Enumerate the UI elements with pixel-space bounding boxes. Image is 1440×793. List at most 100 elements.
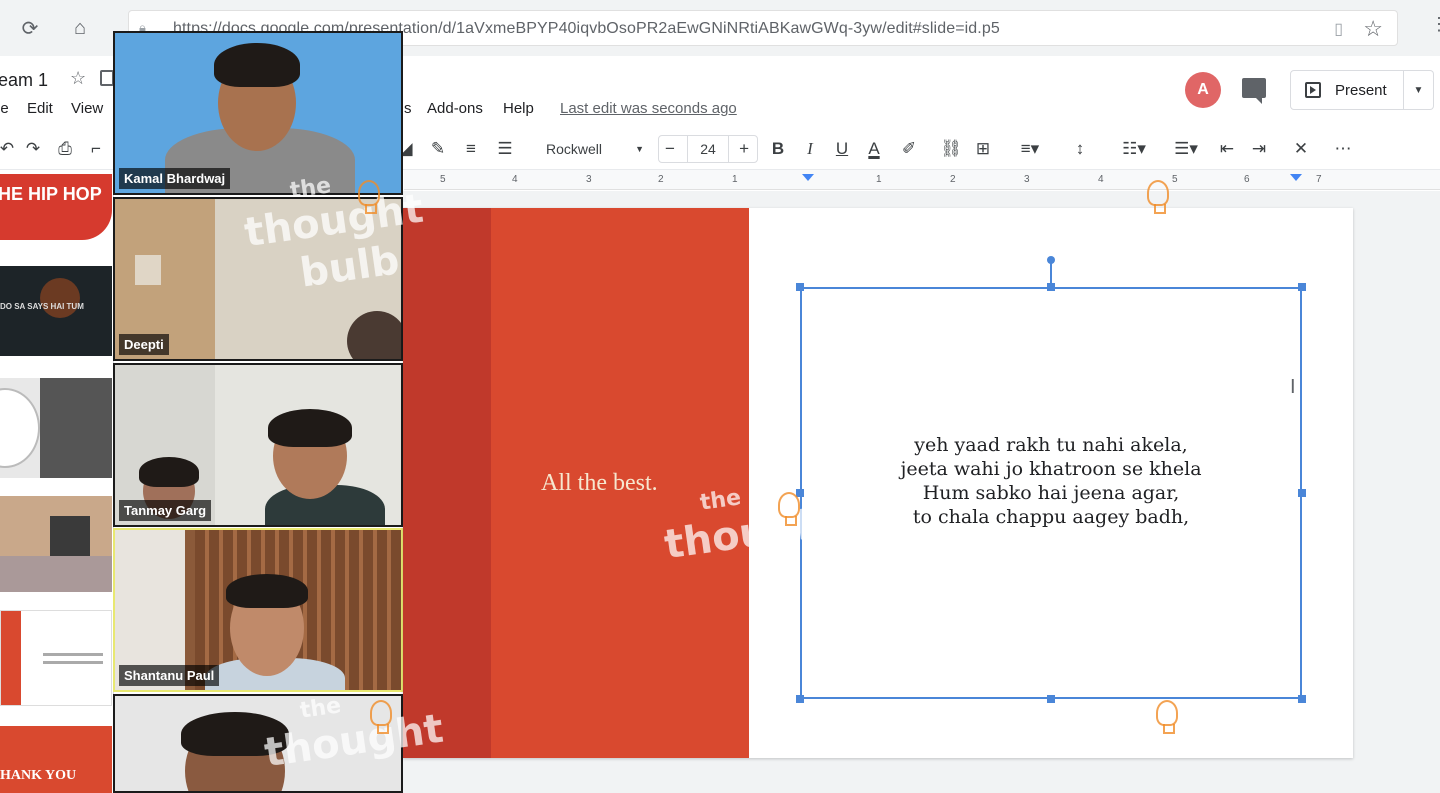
resize-handle[interactable]: [1047, 695, 1055, 703]
move-to-folder-icon[interactable]: [100, 70, 114, 86]
ruler-tick: 4: [512, 174, 518, 185]
increase-indent-icon[interactable]: ⇥: [1248, 138, 1270, 160]
menu-addons[interactable]: Add-ons: [427, 100, 483, 117]
add-comment-icon[interactable]: ⊞: [972, 138, 994, 160]
rotate-handle[interactable]: [1047, 256, 1055, 264]
ruler: 5 4 3 2 1 1 2 3 4 5 6 7: [404, 170, 1440, 190]
slide-thumbnail[interactable]: HANK YOU: [0, 726, 112, 793]
font-family-select[interactable]: Rockwell ▼: [540, 138, 650, 160]
screen: ⟳ ⌂ 🔒︎ https://docs.google.com/presentat…: [0, 0, 1440, 793]
menu-view[interactable]: View: [71, 100, 103, 117]
ruler-tick: 5: [440, 174, 446, 185]
redo-icon[interactable]: ↷: [22, 138, 44, 160]
font-size-input[interactable]: 24: [687, 136, 729, 162]
bulb-logo-icon: [1147, 180, 1169, 214]
italic-button[interactable]: I: [800, 138, 820, 160]
undo-icon[interactable]: ↶: [0, 138, 14, 160]
highlight-color-icon[interactable]: ✐: [898, 138, 920, 160]
resize-handle[interactable]: [1298, 283, 1306, 291]
more-options-button[interactable]: ⋯: [1330, 138, 1356, 160]
align-dropdown[interactable]: ≡▾: [1012, 138, 1048, 160]
clear-formatting-icon[interactable]: ✕: [1290, 138, 1312, 160]
insert-link-icon[interactable]: ⛓: [940, 138, 962, 160]
bold-button[interactable]: B: [768, 138, 788, 160]
ruler-tick: 2: [950, 174, 956, 185]
ruler-tick: 7: [1316, 174, 1322, 185]
bulb-logo-icon: [778, 492, 800, 526]
reload-icon[interactable]: ⟳: [16, 14, 44, 42]
border-dash-icon[interactable]: ☰: [494, 138, 516, 160]
increase-font-size-button[interactable]: +: [739, 139, 749, 159]
font-family-value: Rockwell: [546, 141, 603, 157]
slide-heading[interactable]: All the best.: [541, 470, 658, 497]
slide-thumbnail[interactable]: DO SA SAYS HAI TUM: [0, 266, 112, 356]
thumbnail-title: HE HIP HOP: [0, 184, 102, 204]
menu-help[interactable]: Help: [503, 100, 534, 117]
present-dropdown[interactable]: ▼: [1404, 70, 1434, 110]
lyrics-text[interactable]: yeh yaad rakh tu nahi akela, jeeta wahi …: [800, 433, 1302, 529]
menu-edit[interactable]: Edit: [27, 100, 53, 117]
bulb-logo-icon: [358, 180, 380, 214]
ruler-tick: 3: [586, 174, 592, 185]
print-icon[interactable]: ⎙: [54, 138, 76, 160]
slide-accent-band: [403, 208, 491, 758]
resize-handle[interactable]: [1298, 695, 1306, 703]
present-button[interactable]: Present: [1290, 70, 1404, 110]
ruler-tick: 1: [732, 174, 738, 185]
menu-file[interactable]: le: [0, 100, 9, 117]
ruler-tick: 5: [1172, 174, 1178, 185]
participant-video[interactable]: Tanmay Garg: [113, 363, 403, 527]
current-slide[interactable]: All the best. yeh yaad rakh tu nahi akel…: [403, 208, 1353, 758]
chevron-down-icon: ▼: [635, 144, 644, 154]
text-cursor-icon: I: [1290, 376, 1296, 398]
star-icon[interactable]: ☆: [70, 68, 86, 89]
lyrics-line: yeh yaad rakh tu nahi akela,: [914, 434, 1188, 456]
lyrics-line: to chala chappu aagey badh,: [912, 506, 1190, 528]
bookmark-star-icon[interactable]: ☆: [1363, 16, 1383, 42]
browser-menu-icon[interactable]: ⋮: [1430, 14, 1440, 35]
comments-icon[interactable]: [1242, 78, 1266, 104]
lyrics-line: jeeta wahi jo khatroon se khela: [900, 458, 1202, 480]
participant-video[interactable]: Kamal Bhardwaj: [113, 31, 403, 195]
ruler-tick: 6: [1244, 174, 1250, 185]
font-size-control: − 24 +: [658, 135, 758, 163]
slide-thumbnail[interactable]: [0, 610, 112, 706]
bulb-logo-icon: [1156, 700, 1178, 734]
home-icon[interactable]: ⌂: [66, 14, 94, 42]
resize-handle[interactable]: [1047, 283, 1055, 291]
resize-handle[interactable]: [796, 695, 804, 703]
user-avatar[interactable]: A: [1185, 72, 1221, 108]
participant-name: Deepti: [119, 334, 169, 355]
reader-mode-icon[interactable]: ▯: [1334, 19, 1343, 39]
thumbnail-title: HANK YOU: [0, 768, 77, 783]
decrease-font-size-button[interactable]: −: [665, 139, 675, 159]
last-edit-link[interactable]: Last edit was seconds ago: [560, 100, 737, 117]
right-indent-marker[interactable]: [1290, 174, 1302, 181]
bulb-logo-icon: [370, 700, 392, 734]
participant-video-active-speaker[interactable]: Shantanu Paul: [113, 528, 403, 692]
thumbnail-title: DO SA SAYS HAI TUM: [0, 302, 84, 311]
paint-format-icon[interactable]: ⌐: [86, 138, 106, 160]
text-color-button[interactable]: A: [862, 138, 886, 160]
ruler-tick: 3: [1024, 174, 1030, 185]
menu-tools[interactable]: s: [404, 100, 412, 117]
line-spacing-icon[interactable]: ↕: [1068, 138, 1092, 160]
slide-filmstrip: HE HIP HOP DO SA SAYS HAI TUM HANK YOU: [0, 170, 114, 793]
border-color-icon[interactable]: ✎: [428, 138, 448, 160]
border-weight-icon[interactable]: ≡: [460, 138, 482, 160]
present-label: Present: [1335, 81, 1387, 99]
ruler-tick: 2: [658, 174, 664, 185]
numbered-list-dropdown[interactable]: ☷▾: [1112, 138, 1156, 160]
resize-handle[interactable]: [796, 283, 804, 291]
slide-thumbnail[interactable]: [0, 496, 112, 592]
document-title[interactable]: eam 1: [0, 70, 48, 91]
slide-thumbnail[interactable]: [0, 378, 112, 478]
underline-button[interactable]: U: [832, 138, 852, 160]
present-icon: [1305, 82, 1321, 98]
slide-thumbnail[interactable]: HE HIP HOP: [0, 170, 112, 246]
decrease-indent-icon[interactable]: ⇤: [1216, 138, 1238, 160]
bulleted-list-dropdown[interactable]: ☰▾: [1164, 138, 1208, 160]
ruler-tick: 1: [876, 174, 882, 185]
participant-name: Shantanu Paul: [119, 665, 220, 686]
left-indent-marker[interactable]: [802, 174, 814, 181]
